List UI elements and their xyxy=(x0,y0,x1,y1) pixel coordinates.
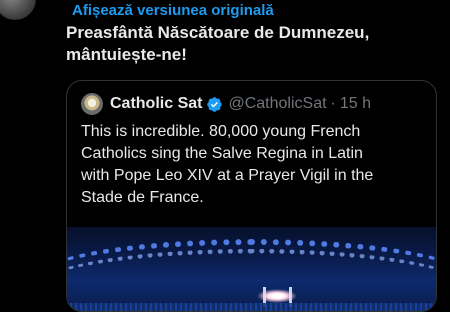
quoted-text-line: This is incredible. 80,000 young French xyxy=(81,123,361,140)
show-original-link[interactable]: Afișează versiunea originală xyxy=(72,1,274,21)
post-text-line: Preasfântă Născătoare de Dumnezeu, xyxy=(66,23,370,42)
stage-lights xyxy=(257,289,297,303)
verified-badge-icon xyxy=(207,96,223,112)
quoted-author-avatar[interactable] xyxy=(81,93,103,115)
quoted-post-timestamp[interactable]: 15 h xyxy=(340,95,371,113)
post-text: Preasfântă Născătoare de Dumnezeu, mântu… xyxy=(66,22,436,66)
quoted-text-line: Stade de France. xyxy=(81,189,204,206)
post-text-line: mântuiește-ne! xyxy=(66,45,187,64)
separator-dot: · xyxy=(330,95,336,112)
quoted-post-text: This is incredible. 80,000 young French … xyxy=(81,121,431,209)
author-avatar[interactable] xyxy=(0,0,36,20)
quoted-author-handle[interactable]: @CatholicSat xyxy=(228,95,326,113)
quoted-text-line: with Pope Leo XIV at a Prayer Vigil in t… xyxy=(81,167,374,184)
stadium-photo[interactable] xyxy=(67,227,436,311)
quoted-post-card[interactable]: Catholic Sat @CatholicSat · 15 h This is… xyxy=(66,80,437,312)
quoted-text-line: Catholics sing the Salve Regina in Latin xyxy=(81,145,363,162)
crowd xyxy=(67,303,436,311)
quoted-post-header: Catholic Sat @CatholicSat · 15 h xyxy=(81,92,371,116)
quoted-author-name[interactable]: Catholic Sat xyxy=(110,95,202,113)
